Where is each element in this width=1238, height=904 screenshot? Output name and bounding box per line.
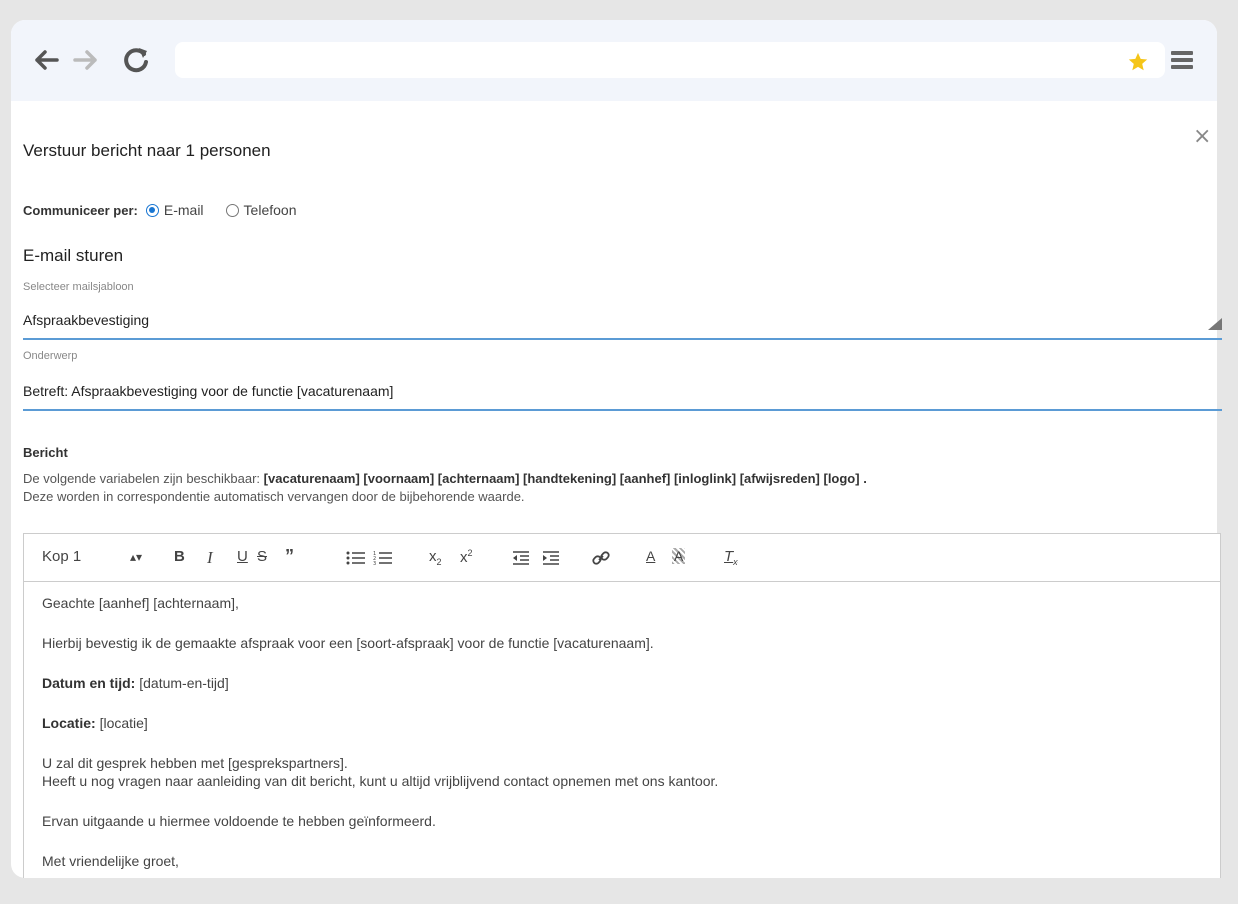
- radio-telefoon[interactable]: Telefoon: [225, 202, 297, 218]
- radio-email-label: E-mail: [163, 202, 204, 218]
- variables-help: De volgende variabelen zijn beschikbaar:…: [23, 470, 867, 506]
- bullet-list-icon[interactable]: [346, 550, 366, 566]
- body-line: Geachte [aanhef] [achternaam],: [42, 595, 239, 611]
- editor-toolbar: Kop 1 ▴▾ B I U S ” 1 2 3 x2 x2 A A Tx: [24, 534, 1220, 582]
- variables-list: [vacaturenaam] [voornaam] [achternaam] […: [263, 471, 867, 486]
- subscript-icon[interactable]: x2: [429, 548, 442, 567]
- background-color-icon[interactable]: A: [672, 548, 686, 564]
- subject-input[interactable]: Betreft: Afspraakbevestiging voor de fun…: [23, 383, 393, 399]
- communicate-row: Communiceer per: E-mail Telefoon: [23, 202, 318, 218]
- body-paragraph: U zal dit gesprek hebben met [gesprekspa…: [42, 754, 1202, 790]
- location-value: [locatie]: [95, 715, 148, 731]
- quote-icon[interactable]: ”: [285, 546, 294, 567]
- message-label: Bericht: [23, 445, 68, 460]
- hamburger-menu-icon[interactable]: [1171, 51, 1193, 71]
- location-label: Locatie:: [42, 715, 96, 731]
- back-arrow-icon[interactable]: [29, 43, 63, 77]
- variables-note: Deze worden in correspondentie automatis…: [23, 489, 525, 504]
- rich-text-editor: Kop 1 ▴▾ B I U S ” 1 2 3 x2 x2 A A Tx Ge…: [23, 533, 1221, 893]
- bold-icon[interactable]: B: [174, 548, 185, 565]
- superscript-icon[interactable]: x2: [460, 548, 473, 566]
- body-line: Ervan uitgaande u hiermee voldoende te h…: [42, 813, 436, 829]
- clear-format-icon[interactable]: Tx: [724, 548, 738, 567]
- radio-email[interactable]: E-mail: [145, 202, 204, 218]
- subject-underline: [23, 409, 1222, 411]
- radio-telefoon-label: Telefoon: [243, 202, 297, 218]
- body-line: U zal dit gesprek hebben met [gesprekspa…: [42, 755, 348, 771]
- select-arrows-icon[interactable]: ▴▾: [130, 550, 142, 564]
- page-bottom-mask: [0, 878, 1238, 900]
- radio-unselected-icon[interactable]: [225, 203, 239, 217]
- body-line-datetime: Datum en tijd: [datum-en-tijd]: [42, 674, 1202, 692]
- outdent-icon[interactable]: [512, 550, 530, 566]
- body-line: Hierbij bevestig ik de gemaakte afspraak…: [42, 635, 654, 651]
- close-icon[interactable]: ×: [1193, 126, 1211, 148]
- font-color-icon[interactable]: A: [646, 548, 655, 564]
- dialog-title: Verstuur bericht naar 1 personen: [23, 141, 271, 160]
- body-line: Met vriendelijke groet,: [42, 853, 179, 869]
- indent-icon[interactable]: [542, 550, 560, 566]
- datetime-value: [datum-en-tijd]: [135, 675, 229, 691]
- datetime-label: Datum en tijd:: [42, 675, 136, 691]
- svg-text:3: 3: [373, 561, 376, 566]
- subject-label: Onderwerp: [23, 350, 78, 362]
- strikethrough-icon[interactable]: S: [257, 548, 267, 565]
- radio-selected-icon[interactable]: [145, 203, 159, 217]
- numbered-list-icon[interactable]: 1 2 3: [373, 550, 393, 566]
- communicate-label: Communiceer per:: [23, 202, 138, 218]
- forward-arrow-icon[interactable]: [69, 43, 103, 77]
- reload-icon[interactable]: [119, 43, 153, 77]
- bookmark-star-icon[interactable]: [1127, 51, 1149, 73]
- template-select[interactable]: Afspraakbevestiging: [23, 312, 149, 328]
- body-line: Heeft u nog vragen naar aanleiding van d…: [42, 773, 719, 789]
- body-line-location: Locatie: [locatie]: [42, 714, 1202, 732]
- email-section-title: E-mail sturen: [23, 246, 124, 265]
- underline-icon[interactable]: U: [237, 548, 248, 565]
- heading-select[interactable]: Kop 1: [42, 548, 81, 565]
- variables-intro: De volgende variabelen zijn beschikbaar:: [23, 471, 261, 486]
- browser-toolbar: [11, 20, 1217, 101]
- editor-body[interactable]: Geachte [aanhef] [achternaam], Hierbij b…: [24, 582, 1220, 904]
- template-select-underline: [23, 338, 1222, 340]
- select-arrow-icon[interactable]: [1208, 318, 1222, 330]
- italic-icon[interactable]: I: [207, 548, 213, 568]
- link-icon[interactable]: [592, 549, 610, 567]
- url-bar[interactable]: [175, 42, 1165, 78]
- page-right-mask: [1225, 100, 1238, 900]
- template-select-label: Selecteer mailsjabloon: [23, 281, 134, 293]
